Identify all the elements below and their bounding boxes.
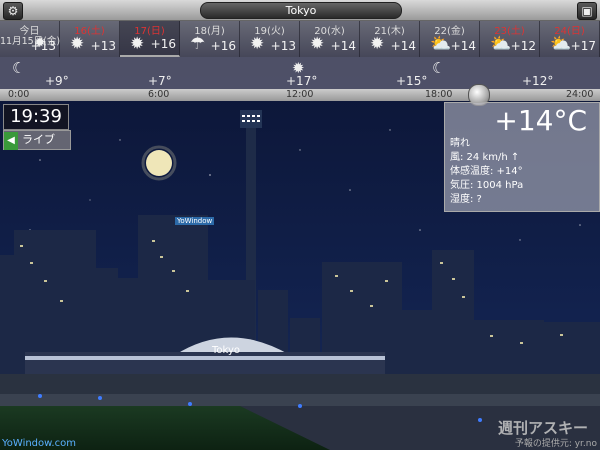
day-temp: +12 — [510, 39, 536, 53]
day-temp: +16 — [150, 37, 176, 51]
time-tick: 24:00 — [566, 89, 594, 100]
rain-icon: ☂ — [190, 34, 206, 54]
time-tick: 18:00 — [425, 89, 453, 100]
day-forecast[interactable]: 18(月) ☂ +16 — [180, 21, 240, 57]
day-label: 18(月) — [194, 26, 225, 37]
partly-cloudy-icon: ⛅ — [430, 34, 452, 54]
day-forecast[interactable]: 19(火) ✹ +13 — [240, 21, 300, 57]
day-forecast[interactable]: 20(水) ✹ +14 — [300, 21, 360, 57]
day-temp: +14 — [330, 39, 356, 53]
day-forecast[interactable]: 17(日) ✹ +16 — [120, 21, 180, 57]
partly-cloudy-icon: ⛅ — [490, 34, 512, 54]
sun-icon: ✹ — [370, 34, 385, 54]
live-button[interactable]: ◀ ライブ — [3, 130, 71, 150]
pressure-text: 気圧: 1004 hPa — [450, 180, 524, 191]
day-temp: +13 — [90, 39, 116, 53]
day-temp: +14 — [390, 39, 416, 53]
sun-icon: ✹ — [130, 34, 145, 54]
time-tick: 6:00 — [148, 89, 170, 100]
live-label: ライブ — [22, 133, 55, 146]
sun-icon: ✹ — [250, 34, 265, 54]
day-label: 16(土) — [74, 26, 105, 37]
day-forecast[interactable]: 23(土) ⛅ +12 — [480, 21, 540, 57]
day-label: 20(水) — [314, 26, 345, 37]
day-forecast[interactable]: 21(木) ✹ +14 — [360, 21, 420, 57]
day-temp: +14 — [450, 39, 476, 53]
website-link[interactable]: YoWindow.com — [2, 438, 76, 449]
partly-cloudy-icon: ⛅ — [550, 34, 572, 54]
time-scrubber[interactable]: 0:00 6:00 12:00 18:00 24:00 — [0, 89, 600, 101]
gear-icon: ⚙ — [7, 4, 19, 18]
day-forecast[interactable]: 22(金) ⛅ +14 — [420, 21, 480, 57]
hour-temp: +17° — [286, 74, 318, 88]
current-time: 19:39 — [3, 104, 69, 130]
condition-text: 晴れ — [450, 138, 470, 149]
current-temp: +14°C — [494, 104, 587, 137]
day-temp: +17 — [570, 39, 596, 53]
day-label: 21(木) — [374, 26, 405, 37]
daily-forecast: 今日 11月15日(金) ✹ +13 16(土) ✹ +13 17(日) ✹ +… — [0, 21, 600, 57]
station-sign: Tokyo — [212, 345, 240, 356]
time-tick: 0:00 — [8, 89, 30, 100]
moon-icon: ☾ — [12, 59, 26, 77]
day-label: 19(火) — [254, 26, 285, 37]
wind-text: 風: 24 km/h ↑ — [450, 148, 519, 163]
image-icon: ▣ — [581, 4, 593, 18]
hour-temp: +15° — [396, 74, 428, 88]
day-forecast[interactable]: 今日 11月15日(金) ✹ +13 — [0, 21, 60, 57]
moon — [146, 150, 172, 176]
hour-temp: +7° — [148, 74, 172, 88]
humidity-text: 湿度: ? — [450, 194, 482, 205]
city-selector[interactable]: Tokyo — [200, 2, 402, 19]
gallery-button[interactable]: ▣ — [577, 2, 597, 20]
current-conditions-panel: +14°C 晴れ 風: 24 km/h ↑ 体感温度: +14° 気圧: 100… — [444, 102, 600, 212]
settings-button[interactable]: ⚙ — [3, 2, 23, 20]
forecast-credit[interactable]: 予報の提供元: yr.no — [515, 436, 597, 449]
day-label: 17(日) — [134, 26, 165, 37]
back-arrow-icon: ◀ — [4, 132, 18, 150]
day-temp: +13 — [270, 39, 296, 53]
day-forecast[interactable]: 24(日) ⛅ +17 — [540, 21, 600, 57]
hour-temp: +12° — [522, 74, 554, 88]
hour-temp: +9° — [45, 74, 69, 88]
day-temp: +16 — [210, 39, 236, 53]
top-bar: ⚙ Tokyo ▣ — [0, 0, 600, 21]
building-sign: YoWindow — [175, 217, 215, 225]
sun-icon: ✹ — [70, 34, 85, 54]
time-tick: 12:00 — [286, 89, 314, 100]
sun-icon: ✹ — [310, 34, 325, 54]
day-forecast[interactable]: 16(土) ✹ +13 — [60, 21, 120, 57]
moon-icon: ☾ — [432, 59, 446, 77]
feels-like-text: 体感温度: +14° — [450, 166, 523, 177]
day-temp: +13 — [30, 39, 56, 53]
watermark: 週刊アスキー — [497, 419, 588, 437]
